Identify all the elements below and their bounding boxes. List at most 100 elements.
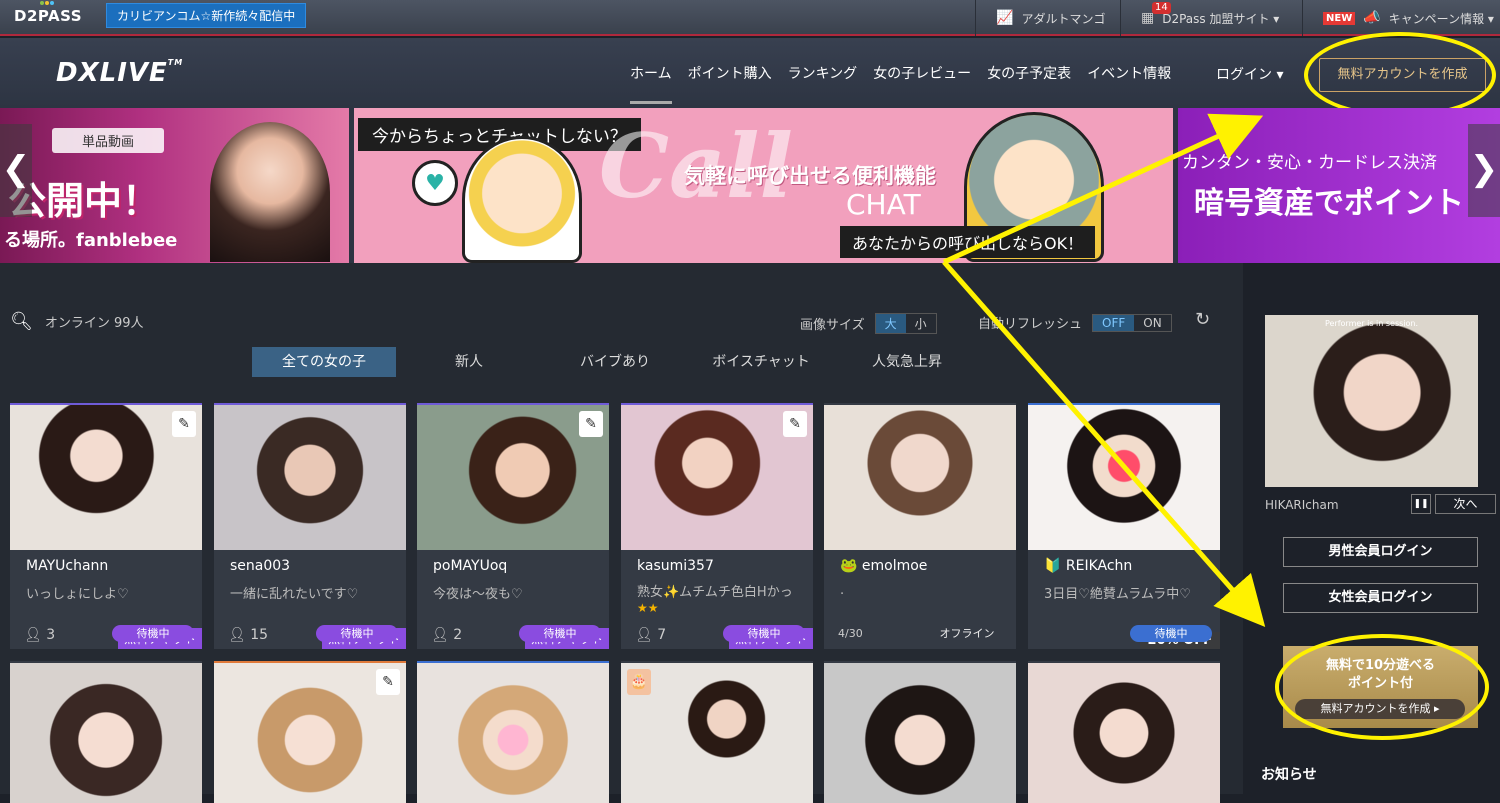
performer-photo[interactable]: [1028, 405, 1220, 550]
banner-fanblebee[interactable]: 単品動画 公開中！ る場所。fanblebee: [0, 108, 349, 263]
status-badge: オフライン: [939, 627, 995, 640]
size-small-button[interactable]: 小: [906, 314, 936, 333]
login-menu[interactable]: ログイン ▾: [1216, 64, 1283, 84]
preview-status-text: Performer is in session.: [1324, 319, 1419, 328]
category-tabs: 全ての女の子 新人 バイブあり ボイスチャット 人気急上昇: [252, 347, 980, 377]
main-header: DXLIVETM ホーム ポイント購入 ランキング 女の子レビュー 女の子予定表…: [0, 38, 1500, 108]
nav-ranking[interactable]: ランキング: [780, 38, 866, 108]
banner-tag: 単品動画: [52, 128, 165, 153]
viewer-count: 👤︎ 7: [635, 627, 667, 643]
promo-link[interactable]: カリビアンコム☆新作続々配信中: [106, 3, 307, 28]
size-large-button[interactable]: 大: [875, 314, 906, 333]
banner-sub: る場所。fanblebee: [4, 230, 178, 251]
viewer-count: 👤︎ 15: [228, 627, 269, 643]
performer-card[interactable]: ✎: [214, 661, 406, 803]
new-badge: NEW: [1323, 11, 1356, 25]
female-login-button[interactable]: 女性会員ログイン: [1283, 583, 1478, 613]
performer-message: .: [840, 583, 845, 598]
carousel-next-button[interactable]: ❯: [1468, 124, 1500, 217]
main-nav: ホーム ポイント購入 ランキング 女の子レビュー 女の子予定表 イベント情報: [622, 38, 1179, 108]
adult-mango-link[interactable]: 📈 アダルトマンゴ: [975, 0, 1120, 36]
performer-preview[interactable]: Performer is in session.: [1265, 315, 1478, 487]
nav-reviews[interactable]: 女の子レビュー: [865, 38, 979, 108]
performer-card[interactable]: [417, 661, 609, 803]
performer-photo[interactable]: [10, 663, 202, 803]
performer-list-area: 🔍︎ オンライン 99人 画像サイズ 大 小 自動リフレッシュ OFF ON ↻…: [0, 263, 1243, 803]
performer-photo[interactable]: [1028, 663, 1220, 803]
heart-bubble-icon: ♥: [412, 160, 458, 206]
banner-ok: あなたからの呼び出しならOK！: [840, 226, 1096, 258]
performer-card[interactable]: ✎ 無料チャット poMAYUoq 今夜は〜夜も♡ 👤︎ 2 待機中: [417, 403, 609, 649]
nav-schedule[interactable]: 女の子予定表: [979, 38, 1079, 108]
performer-card[interactable]: [1028, 661, 1220, 803]
pen-icon: ✎: [783, 411, 807, 437]
banner-crypto[interactable]: カンタン・安心・カードレス決済 暗号資産でポイント: [1178, 108, 1500, 263]
nav-point-purchase[interactable]: ポイント購入: [680, 38, 780, 108]
performer-message: 一緒に乱れたいです♡: [230, 587, 359, 602]
viewer-count: 👤︎ 2: [431, 627, 463, 643]
tab-new[interactable]: 新人: [396, 347, 542, 377]
megaphone-icon: 📣: [1363, 10, 1381, 26]
tab-vibe[interactable]: バイブあり: [542, 347, 688, 377]
image-size-control: 画像サイズ 大 小: [800, 313, 937, 334]
banner-model-image: [210, 122, 330, 262]
viewer-count: 👤︎ 3: [24, 627, 56, 643]
refresh-on-button[interactable]: ON: [1134, 315, 1170, 331]
male-login-button[interactable]: 男性会員ログイン: [1283, 537, 1478, 567]
d2pass-logo[interactable]: D2PASS: [14, 1, 82, 25]
performer-photo[interactable]: [214, 405, 406, 550]
refresh-off-button[interactable]: OFF: [1093, 314, 1135, 331]
performer-card[interactable]: ✎ 無料チャット MAYUchann いっしょにしよ♡ 👤︎ 3 待機中: [10, 403, 202, 649]
performer-card[interactable]: [10, 661, 202, 803]
performer-card[interactable]: 🎂: [621, 661, 813, 803]
rating-stars: ★★: [637, 601, 659, 615]
boy-illustration: [462, 136, 582, 263]
status-badge: 待機中: [316, 625, 398, 642]
performer-name: MAYUchann: [26, 558, 109, 574]
performer-message: 熟女✨ムチムチ色白Hかっ: [637, 585, 793, 600]
status-badge: 待機中: [519, 625, 601, 642]
banner-crypto-line1: カンタン・安心・カードレス決済: [1182, 153, 1437, 173]
performer-card[interactable]: [824, 661, 1016, 803]
list-toolbar: 🔍︎ オンライン 99人 画像サイズ 大 小 自動リフレッシュ OFF ON ↻: [10, 309, 1220, 335]
d2pass-topbar: D2PASS カリビアンコム☆新作続々配信中 📈 アダルトマンゴ ▦ 14 D2P…: [0, 0, 1500, 36]
reload-icon[interactable]: ↻: [1195, 309, 1210, 330]
tab-trending[interactable]: 人気急上昇: [834, 347, 980, 377]
performer-name: sena003: [230, 558, 291, 574]
carousel-prev-button[interactable]: ❮: [0, 124, 32, 217]
performer-name: poMAYUoq: [433, 558, 508, 574]
auto-refresh-control: 自動リフレッシュ OFF ON: [978, 313, 1172, 332]
tab-voice-chat[interactable]: ボイスチャット: [688, 347, 834, 377]
nav-events[interactable]: イベント情報: [1079, 38, 1179, 108]
preview-performer-name[interactable]: HIKARIcham: [1265, 498, 1339, 512]
person-icon: 👤︎: [24, 627, 42, 643]
tab-all[interactable]: 全ての女の子: [252, 347, 396, 377]
pen-icon: ✎: [376, 669, 400, 695]
pause-button[interactable]: ❚❚: [1411, 494, 1431, 514]
performer-card[interactable]: 🐸 emolmoe . 4/30 オフライン: [824, 403, 1016, 649]
cake-icon: 🎂: [627, 669, 651, 695]
performer-message: 3日目♡絶賛ムラムラ中♡: [1044, 587, 1191, 602]
status-badge: 待機中: [112, 625, 194, 642]
campaign-menu[interactable]: NEW 📣 キャンペーン情報 ▾: [1302, 0, 1500, 36]
performer-card[interactable]: 20% OFF 🔰 REIKAchn 3日目♡絶賛ムラムラ中♡ 待機中: [1028, 403, 1220, 649]
performer-photo[interactable]: [824, 405, 1016, 550]
status-badge: 待機中: [1130, 625, 1212, 642]
status-badge: 待機中: [723, 625, 805, 642]
performer-photo[interactable]: [824, 663, 1016, 803]
performer-message: いっしょにしよ♡: [26, 587, 129, 602]
banner-convenience: 気軽に呼び出せる便利機能: [684, 164, 936, 188]
banner-call-chat[interactable]: 今からちょっとチャットしない？ Call ♥ 気軽に呼び出せる便利機能 CHAT…: [354, 108, 1173, 263]
beginner-icon: 🔰: [1044, 558, 1062, 574]
notice-heading: お知らせ: [1261, 767, 1317, 783]
next-performer-button[interactable]: 次へ: [1435, 494, 1496, 514]
search-icon[interactable]: 🔍︎: [10, 311, 33, 332]
performer-card[interactable]: ✎ 無料チャット kasumi357 熟女✨ムチムチ色白Hかっ ★★ 👤︎ 7 …: [621, 403, 813, 649]
performer-photo[interactable]: [417, 663, 609, 803]
dxlive-logo[interactable]: DXLIVETM: [56, 58, 183, 88]
online-count: 🔍︎ オンライン 99人: [10, 311, 144, 332]
performer-card[interactable]: 無料チャット sena003 一緒に乱れたいです♡ 👤︎ 15 待機中: [214, 403, 406, 649]
d2pass-sites-menu[interactable]: ▦ 14 D2Pass 加盟サイト ▾: [1120, 0, 1302, 36]
last-online-date: 4/30: [838, 627, 863, 640]
nav-home[interactable]: ホーム: [622, 38, 680, 108]
